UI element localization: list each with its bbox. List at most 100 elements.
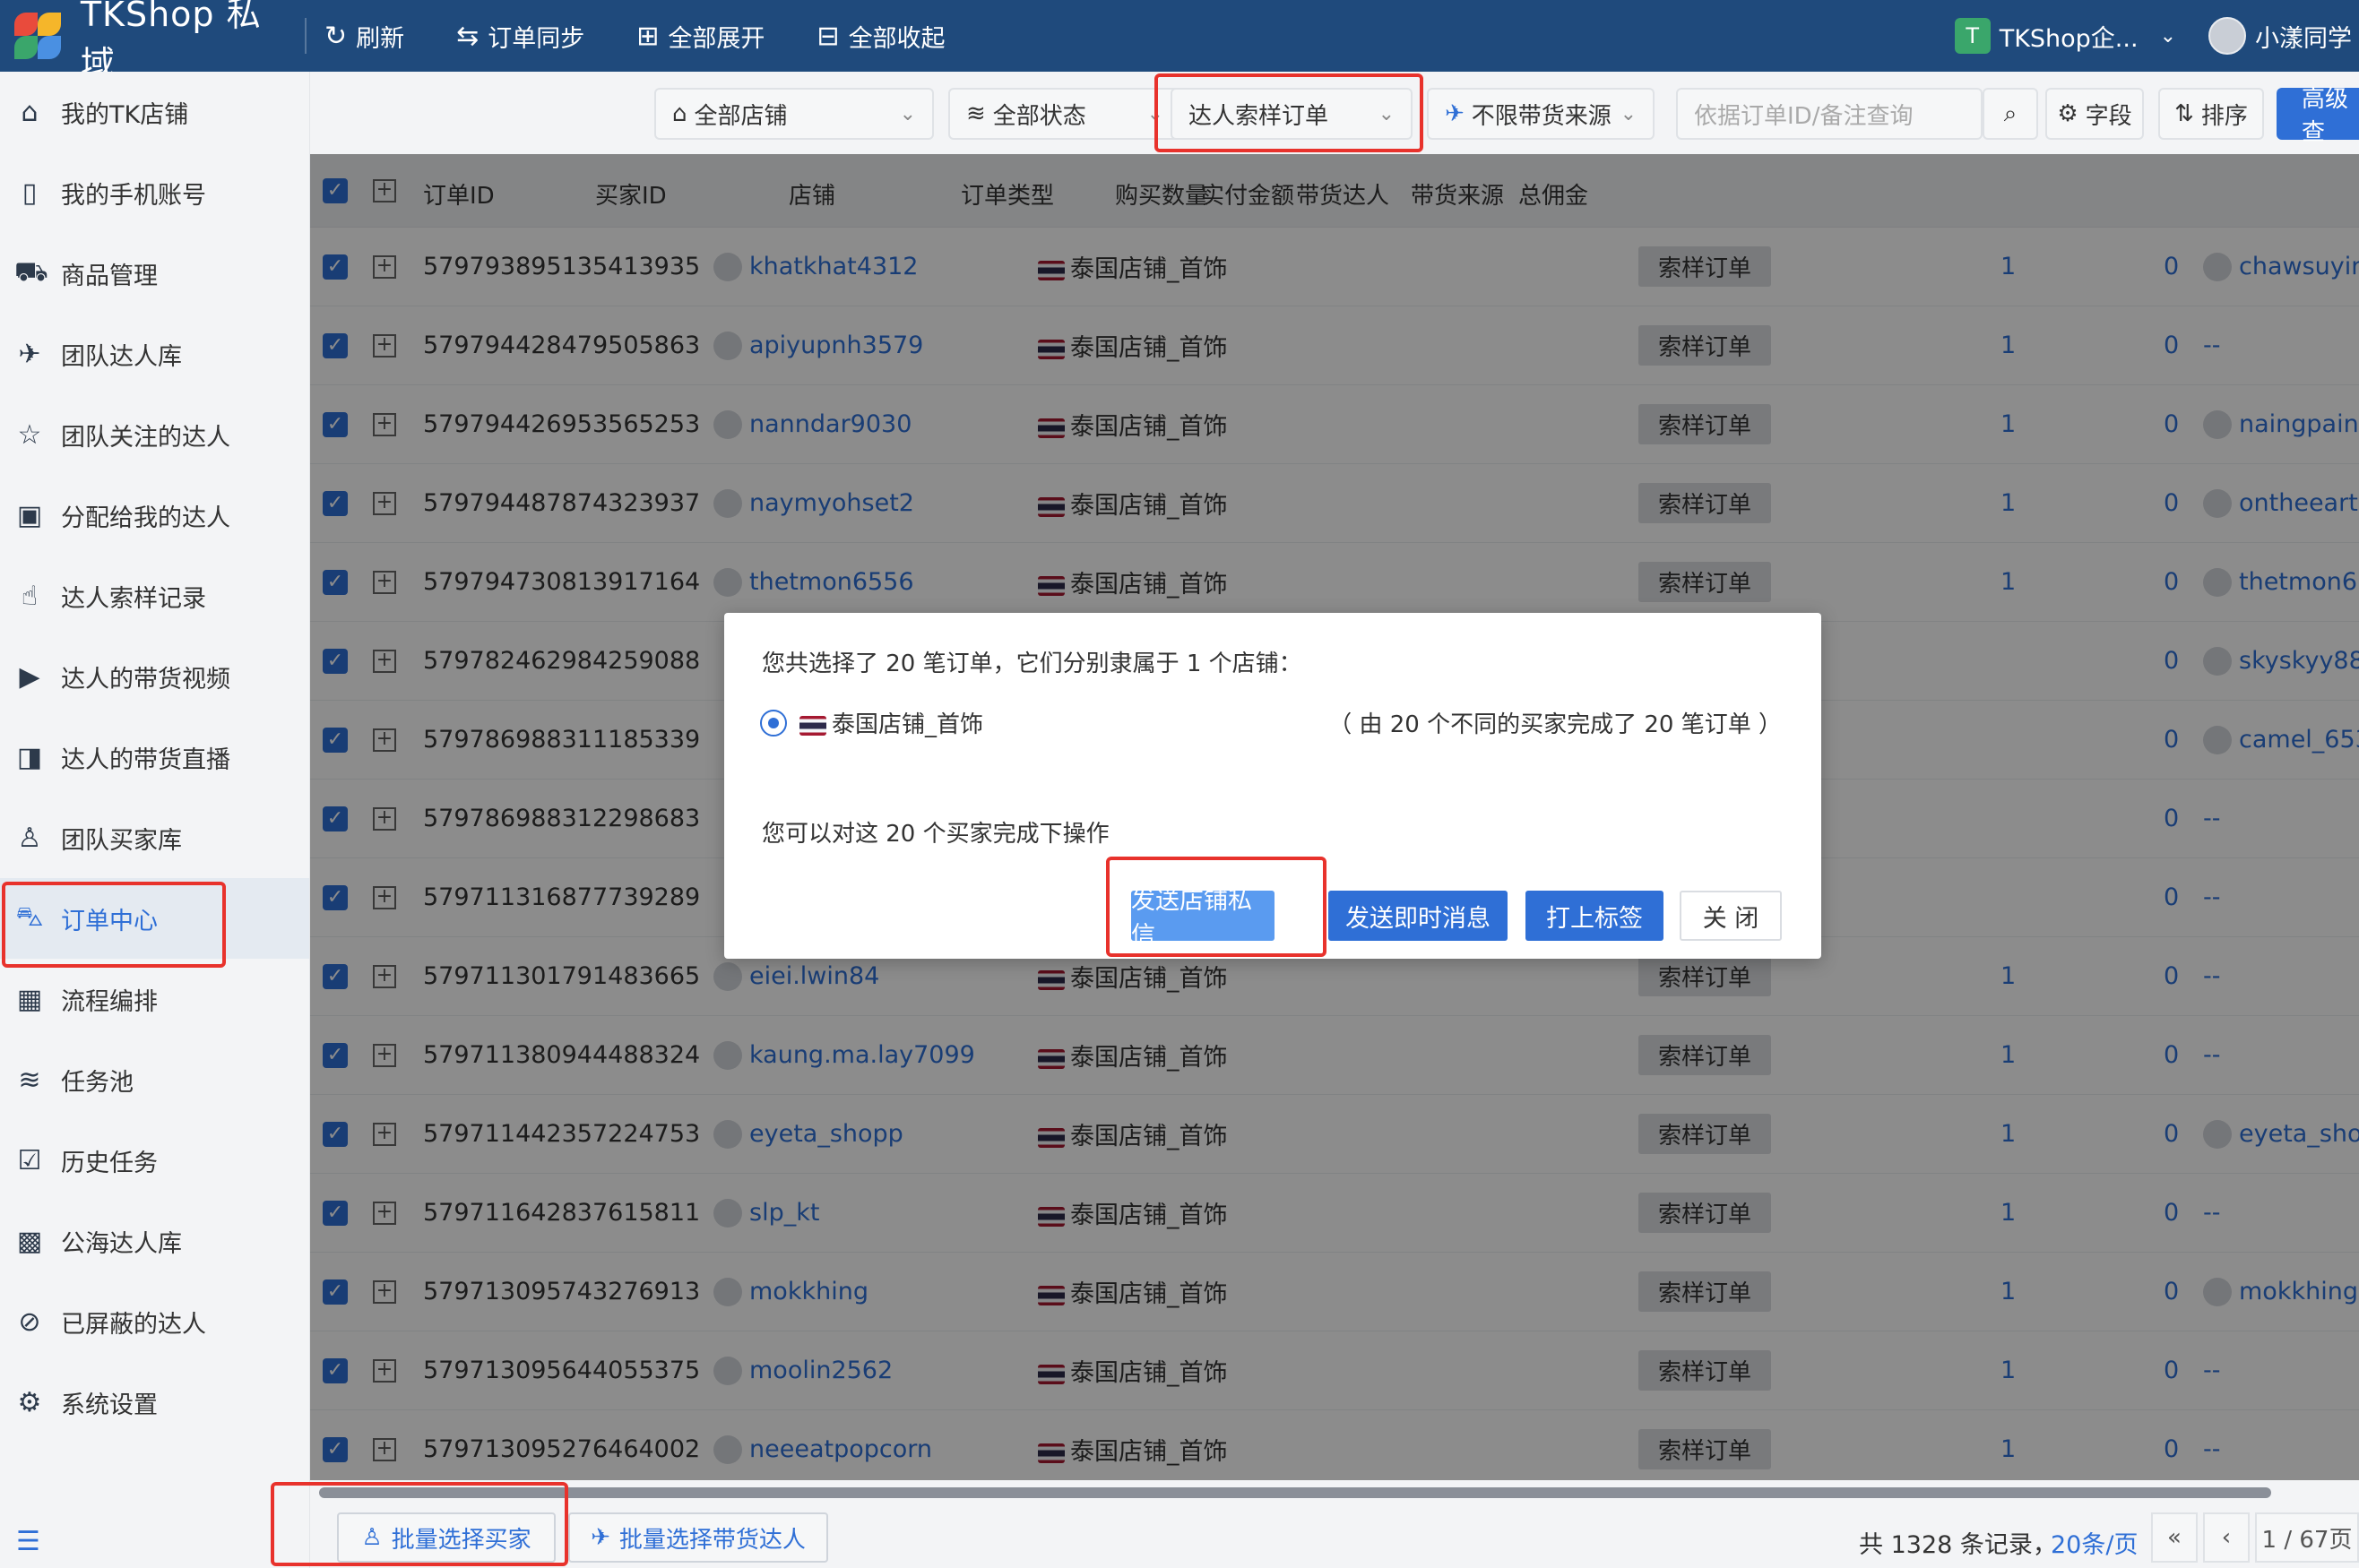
topbar-action-label: 订单同步: [488, 24, 585, 53]
dialog-shop-detail: （ 由 20 个不同的买家完成了 20 笔订单 ）: [1328, 711, 1782, 738]
org-badge: T: [1954, 18, 1991, 54]
prev-page-icon[interactable]: ‹: [2203, 1512, 2250, 1563]
topbar-action-label: 全部展开: [668, 24, 765, 53]
page-size-select[interactable]: 20条/页: [2051, 1525, 2138, 1560]
public-icon: ▩: [16, 1225, 43, 1257]
org-name[interactable]: TKShop企...: [2000, 19, 2139, 54]
search-input[interactable]: 依据订单ID/备注查询: [1676, 88, 1983, 140]
sidebar-item-label: 系统设置: [61, 1391, 158, 1419]
batch-creators-label: 批量选择带货达人: [618, 1526, 806, 1554]
sort-button[interactable]: ⇅ 排序: [2158, 88, 2264, 140]
batch-select-creators-button[interactable]: ✈ 批量选择带货达人: [568, 1512, 828, 1563]
sidebar-item-label: 团队买家库: [61, 826, 182, 855]
settings-icon: ⚙: [17, 1386, 42, 1418]
sidebar-item-13[interactable]: ☑ 历史任务: [0, 1120, 309, 1201]
sidebar-item-9[interactable]: ♙ 团队买家库: [0, 797, 309, 878]
search-icon: ⌕: [2003, 99, 2018, 127]
sidebar-item-11[interactable]: ▦ 流程编排: [0, 959, 309, 1039]
dialog-prompt: 您可以对这 20 个买家完成下操作: [762, 821, 1110, 848]
add-tag-button[interactable]: 打上标签: [1525, 891, 1663, 941]
logo-icon: [11, 9, 65, 63]
batch-action-dialog: 您共选择了 20 笔订单，它们分别隶属于 1 个店铺： 泰国店铺_首饰 （ 由 …: [724, 613, 1821, 959]
topbar-action-3[interactable]: ⊟ 全部收起: [817, 19, 945, 54]
hand-icon: ☝: [21, 580, 39, 612]
chevron-down-icon: ⌄: [1146, 102, 1163, 125]
live-icon: ◨: [16, 741, 43, 773]
fields-button[interactable]: ⚙ 字段: [2045, 88, 2144, 140]
sidebar-item-6[interactable]: ☝ 达人索样记录: [0, 556, 309, 636]
topbar-action-label: 全部收起: [848, 24, 946, 53]
shop-select[interactable]: ⌂ 全部店铺 ⌄: [654, 88, 934, 140]
dialog-shop-label: 泰国店铺_首饰: [832, 711, 984, 738]
sidebar-item-4[interactable]: ☆ 团队关注的达人: [0, 394, 309, 475]
sidebar-item-3[interactable]: ✈ 团队达人库: [0, 314, 309, 394]
fields-label: 字段: [2085, 102, 2132, 130]
topbar-action-2[interactable]: ⊞ 全部展开: [636, 19, 765, 54]
sidebar-item-0[interactable]: ⌂ 我的TK店铺: [0, 72, 309, 152]
sidebar-item-label: 达人索样记录: [61, 584, 206, 613]
user-name[interactable]: 小漾同学: [2255, 19, 2352, 54]
sidebar-item-label: 订单中心: [61, 907, 158, 935]
sidebar-item-8[interactable]: ◨ 达人的带货直播: [0, 717, 309, 797]
star-icon: ☆: [17, 418, 42, 451]
status-select[interactable]: ≋ 全部状态 ⌄: [948, 88, 1181, 140]
calendar-icon: ▦: [16, 983, 43, 1015]
order-type-select[interactable]: 达人索样订单 ⌄: [1171, 88, 1413, 140]
top-bar: TKShop 私域 ↻ 刷新 ⇆ 订单同步 ⊞ 全部展开 ⊟ 全部收起 T TKShop企..…: [0, 0, 2359, 83]
advanced-search-button[interactable]: 高级查: [2277, 86, 2359, 146]
history-icon: ☑: [17, 1144, 42, 1176]
close-button[interactable]: 关 闭: [1680, 891, 1782, 941]
sidebar-item-12[interactable]: ≋ 任务池: [0, 1039, 309, 1120]
user-avatar[interactable]: [2208, 17, 2246, 55]
sync-icon: ⇆: [456, 20, 480, 52]
sidebar-item-7[interactable]: ▶ 达人的带货视频: [0, 636, 309, 717]
shop-select-value: 全部店铺: [694, 102, 788, 130]
chevron-down-icon[interactable]: ⌄: [2160, 25, 2176, 47]
sidebar-item-2[interactable]: ⛟ 商品管理: [0, 233, 309, 314]
phone-icon: ▯: [22, 177, 38, 209]
send-instant-message-button[interactable]: 发送即时消息: [1328, 891, 1508, 941]
sidebar-item-14[interactable]: ▩ 公海达人库: [0, 1201, 309, 1281]
filter-bar: ⌂ 全部店铺 ⌄ ≋ 全部状态 ⌄ 达人索样订单 ⌄ ✈ 不限带货来源 ⌄ 依据…: [310, 72, 2359, 154]
topbar-action-label: 刷新: [356, 24, 405, 53]
shop-radio[interactable]: [760, 710, 787, 737]
sidebar-item-15[interactable]: ⊘ 已屏蔽的达人: [0, 1281, 309, 1362]
total-records: 共 1328 条记录，: [1859, 1531, 2057, 1559]
divider: [305, 18, 307, 54]
sidebar-item-label: 任务池: [61, 1068, 134, 1097]
sidebar-item-label: 团队关注的达人: [61, 423, 230, 452]
source-select[interactable]: ✈ 不限带货来源 ⌄: [1427, 88, 1655, 140]
sidebar-item-label: 商品管理: [61, 262, 158, 290]
layers-icon: ≋: [18, 1064, 41, 1096]
sidebar-item-10[interactable]: ⛍ 订单中心: [0, 878, 309, 959]
chevron-down-icon: ⌄: [899, 102, 916, 125]
video-icon: ▶: [19, 660, 40, 693]
plane-icon: ✈: [591, 1524, 610, 1551]
first-page-icon[interactable]: «: [2151, 1512, 2198, 1563]
sidebar-item-5[interactable]: ▣ 分配给我的达人: [0, 475, 309, 556]
send-shop-message-button[interactable]: 发送店铺私信: [1131, 887, 1275, 950]
sidebar: ⌂ 我的TK店铺 ▯ 我的手机账号 ⛟ 商品管理 ✈ 团队达人库 ☆ 团队关注的达人 ▣ 分配给我的达…: [0, 72, 310, 1568]
sidebar-item-label: 已屏蔽的达人: [61, 1310, 206, 1339]
refresh-icon: ↻: [324, 20, 348, 52]
sidebar-item-1[interactable]: ▯ 我的手机账号: [0, 152, 309, 233]
source-select-value: 不限带货来源: [1471, 102, 1612, 130]
topbar-action-1[interactable]: ⇆ 订单同步: [456, 19, 584, 54]
horizontal-scrollbar[interactable]: [319, 1487, 2271, 1498]
topbar-action-0[interactable]: ↻ 刷新: [324, 19, 404, 54]
dialog-summary: 您共选择了 20 笔订单，它们分别隶属于 1 个店铺：: [762, 650, 1302, 677]
cart-icon: ⛟: [14, 255, 48, 288]
chevron-down-icon: ⌄: [1620, 102, 1637, 125]
gear-icon: ⚙: [2057, 100, 2078, 127]
expand-all-icon: ⊞: [636, 20, 660, 52]
sidebar-item-label: 团队达人库: [61, 342, 182, 371]
sidebar-item-16[interactable]: ⚙ 系统设置: [0, 1362, 309, 1443]
collapse-menu-icon[interactable]: ☰: [16, 1526, 40, 1557]
store-icon: ⌂: [21, 96, 39, 128]
creator-library-icon: ✈: [18, 338, 41, 370]
buyer-icon: ♙: [17, 822, 42, 854]
batch-select-buyers-button[interactable]: ♙ 批量选择买家: [337, 1512, 556, 1563]
search-button[interactable]: ⌕: [1983, 88, 2038, 140]
thailand-flag-icon: [799, 715, 826, 736]
assigned-icon: ▣: [16, 499, 43, 531]
